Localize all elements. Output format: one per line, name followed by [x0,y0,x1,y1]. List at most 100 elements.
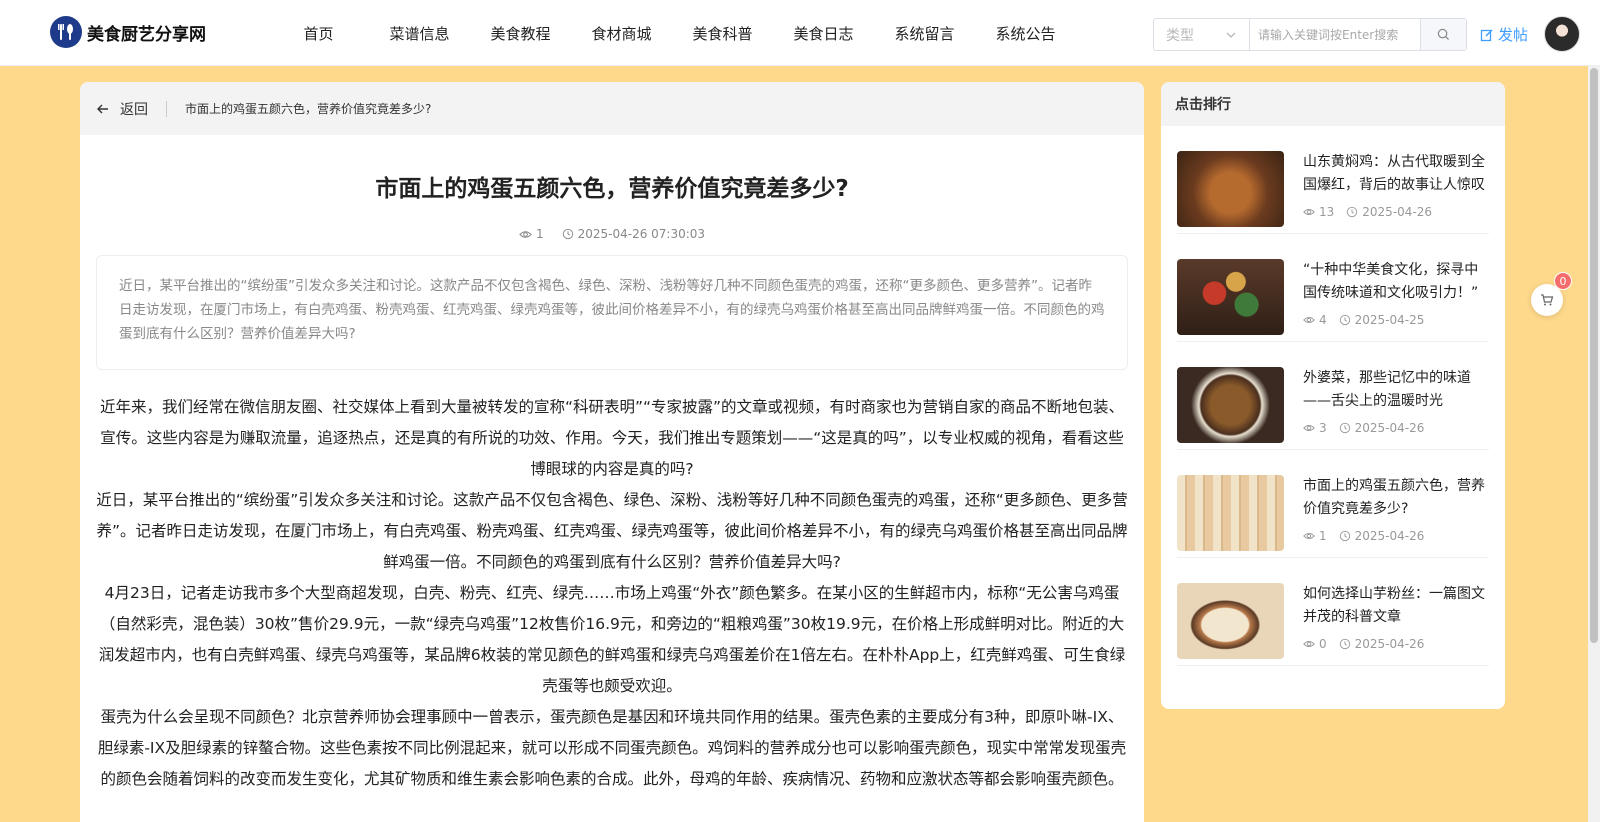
logo-icon [50,16,82,48]
main-nav: 首页 菜谱信息 美食教程 食材商城 美食科普 美食日志 系统留言 系统公告 [268,0,1076,66]
rank-info: “十种中华美食文化，探寻中国传统味道和文化吸引力！” 4 2025-04-25 [1303,259,1489,341]
eye-icon [519,230,532,238]
rank-views: 0 [1303,637,1327,651]
back-label: 返回 [120,101,148,118]
rank-date: 2025-04-26 [1339,421,1425,435]
rank-item-meta: 4 2025-04-25 [1303,313,1489,327]
user-avatar[interactable] [1544,16,1580,52]
article-summary: 近日，某平台推出的“缤纷蛋”引发众多关注和讨论。这款产品不仅包含褐色、绿色、深粉… [96,255,1128,370]
clock-icon [562,228,573,240]
search-icon [1437,28,1450,41]
type-select[interactable]: 类型 [1154,19,1250,50]
clock-icon [1339,530,1350,542]
rank-item-meta: 1 2025-04-26 [1303,529,1489,543]
article-paragraph: 蛋壳为什么会呈现不同颜色？北京营养师协会理事顾中一曾表示，蛋壳颜色是基因和环境共… [97,708,1127,788]
rank-item-title: 市面上的鸡蛋五颜六色，营养价值究竟差多少? [1303,478,1485,517]
view-count: 1 [519,227,544,241]
nav-item-tutorials[interactable]: 美食教程 [470,23,571,44]
rank-date: 2025-04-25 [1339,313,1425,327]
post-button-label: 发帖 [1498,26,1529,44]
logo-text: 美食厨艺分享网 [87,24,206,45]
site-logo[interactable]: 美食厨艺分享网 [50,16,206,48]
rank-info: 外婆菜，那些记忆中的味道——舌尖上的温暖时光 3 2025-04-26 [1303,367,1489,449]
publish-date-value: 2025-04-26 07:30:03 [577,227,706,241]
nav-item-recipes[interactable]: 菜谱信息 [369,23,470,44]
rank-item-title: 外婆菜，那些记忆中的味道——舌尖上的温暖时光 [1303,370,1471,409]
nav-item-announcements[interactable]: 系统公告 [975,23,1076,44]
rank-views: 13 [1303,205,1334,219]
rank-item-meta: 0 2025-04-26 [1303,637,1489,651]
eye-icon [1303,424,1315,432]
back-button[interactable]: 返回 [96,99,148,119]
rank-thumbnail [1177,151,1284,227]
click-rank-panel: 点击排行 山东黄焖鸡：从古代取暖到全国爆红，背后的故事让人惊叹 13 2025-… [1161,82,1505,709]
article-title: 市面上的鸡蛋五颜六色，营养价值究竟差多少? [375,176,849,202]
rank-item[interactable]: 如何选择山芋粉丝：一篇图文并茂的科普文章 0 2025-04-26 [1177,558,1489,666]
rank-date-value: 2025-04-26 [1362,205,1433,219]
breadcrumb-title: 市面上的鸡蛋五颜六色，营养价值究竟差多少? [185,102,432,116]
rank-item[interactable]: 市面上的鸡蛋五颜六色，营养价值究竟差多少? 1 2025-04-26 [1177,450,1489,558]
post-button[interactable]: 发帖 [1480,24,1528,45]
clock-icon [1347,206,1358,218]
cart-count-badge: 0 [1554,272,1572,290]
eye-icon [1303,316,1315,324]
rank-date-value: 2025-04-25 [1354,313,1425,327]
article-paragraph: 4月23日，记者走访我市多个大型商超发现，白壳、粉壳、红壳、绿壳……市场上鸡蛋“… [98,584,1126,695]
rank-item-title: 如何选择山芋粉丝：一篇图文并茂的科普文章 [1303,586,1485,625]
scrollbar-thumb[interactable] [1590,68,1598,643]
article-toolbar: 返回 市面上的鸡蛋五颜六色，营养价值究竟差多少? [80,82,1144,135]
rank-info: 山东黄焖鸡：从古代取暖到全国爆红，背后的故事让人惊叹 13 2025-04-26 [1303,151,1489,233]
divider [166,100,167,117]
nav-item-messages[interactable]: 系统留言 [874,23,975,44]
article-meta: 1 2025-04-26 07:30:03 [80,227,1144,241]
rank-date-value: 2025-04-26 [1354,637,1425,651]
rank-thumbnail [1177,259,1284,335]
rank-views-value: 4 [1319,313,1327,327]
rank-item-meta: 3 2025-04-26 [1303,421,1489,435]
rank-views-value: 0 [1319,637,1327,651]
rank-date-value: 2025-04-26 [1354,529,1425,543]
rank-list: 山东黄焖鸡：从古代取暖到全国爆红，背后的故事让人惊叹 13 2025-04-26… [1161,126,1505,666]
search-button[interactable] [1420,19,1466,50]
rank-views-value: 3 [1319,421,1327,435]
rank-item[interactable]: 外婆菜，那些记忆中的味道——舌尖上的温暖时光 3 2025-04-26 [1177,342,1489,450]
rank-views: 4 [1303,313,1327,327]
clock-icon [1339,638,1350,650]
rank-date: 2025-04-26 [1339,529,1425,543]
rank-views-value: 13 [1319,205,1335,219]
rank-item-title: 山东黄焖鸡：从古代取暖到全国爆红，背后的故事让人惊叹 [1303,154,1485,193]
rank-item-title: “十种中华美食文化，探寻中国传统味道和文化吸引力！” [1303,262,1479,301]
rank-item[interactable]: 山东黄焖鸡：从古代取暖到全国爆红，背后的故事让人惊叹 13 2025-04-26 [1177,126,1489,234]
rank-thumbnail [1177,475,1284,551]
cart-icon [1541,294,1554,306]
rank-thumbnail [1177,367,1284,443]
rank-info: 如何选择山芋粉丝：一篇图文并茂的科普文章 0 2025-04-26 [1303,583,1489,665]
rank-item-meta: 13 2025-04-26 [1303,205,1489,219]
nav-item-home[interactable]: 首页 [268,23,369,44]
eye-icon [1303,532,1315,540]
rank-views-value: 1 [1319,529,1327,543]
nav-item-science[interactable]: 美食科普 [672,23,773,44]
edit-icon [1480,28,1493,41]
eye-icon [1303,640,1315,648]
clock-icon [1339,422,1350,434]
rank-info: 市面上的鸡蛋五颜六色，营养价值究竟差多少? 1 2025-04-26 [1303,475,1489,557]
search-input[interactable] [1250,19,1420,50]
rank-date: 2025-04-26 [1339,637,1425,651]
top-header: 美食厨艺分享网 首页 菜谱信息 美食教程 食材商城 美食科普 美食日志 系统留言… [0,0,1600,66]
rank-date: 2025-04-26 [1346,205,1432,219]
arrow-left-icon [97,104,108,113]
view-count-value: 1 [535,227,544,241]
nav-item-journal[interactable]: 美食日志 [773,23,874,44]
publish-date: 2025-04-26 07:30:03 [562,227,705,241]
rank-title: 点击排行 [1161,82,1505,126]
chevron-down-icon [1226,32,1236,38]
rank-item[interactable]: “十种中华美食文化，探寻中国传统味道和文化吸引力！” 4 2025-04-25 [1177,234,1489,342]
article-paragraph: 近年来，我们经常在微信朋友圈、社交媒体上看到大量被转发的宣称“科研表明”“专家披… [99,398,1125,478]
rank-views: 3 [1303,421,1327,435]
clock-icon [1339,314,1350,326]
nav-item-shop[interactable]: 食材商城 [571,23,672,44]
article-body: 近年来，我们经常在微信朋友圈、社交媒体上看到大量被转发的宣称“科研表明”“专家披… [96,392,1128,795]
eye-icon [1303,208,1315,216]
rank-date-value: 2025-04-26 [1354,421,1425,435]
